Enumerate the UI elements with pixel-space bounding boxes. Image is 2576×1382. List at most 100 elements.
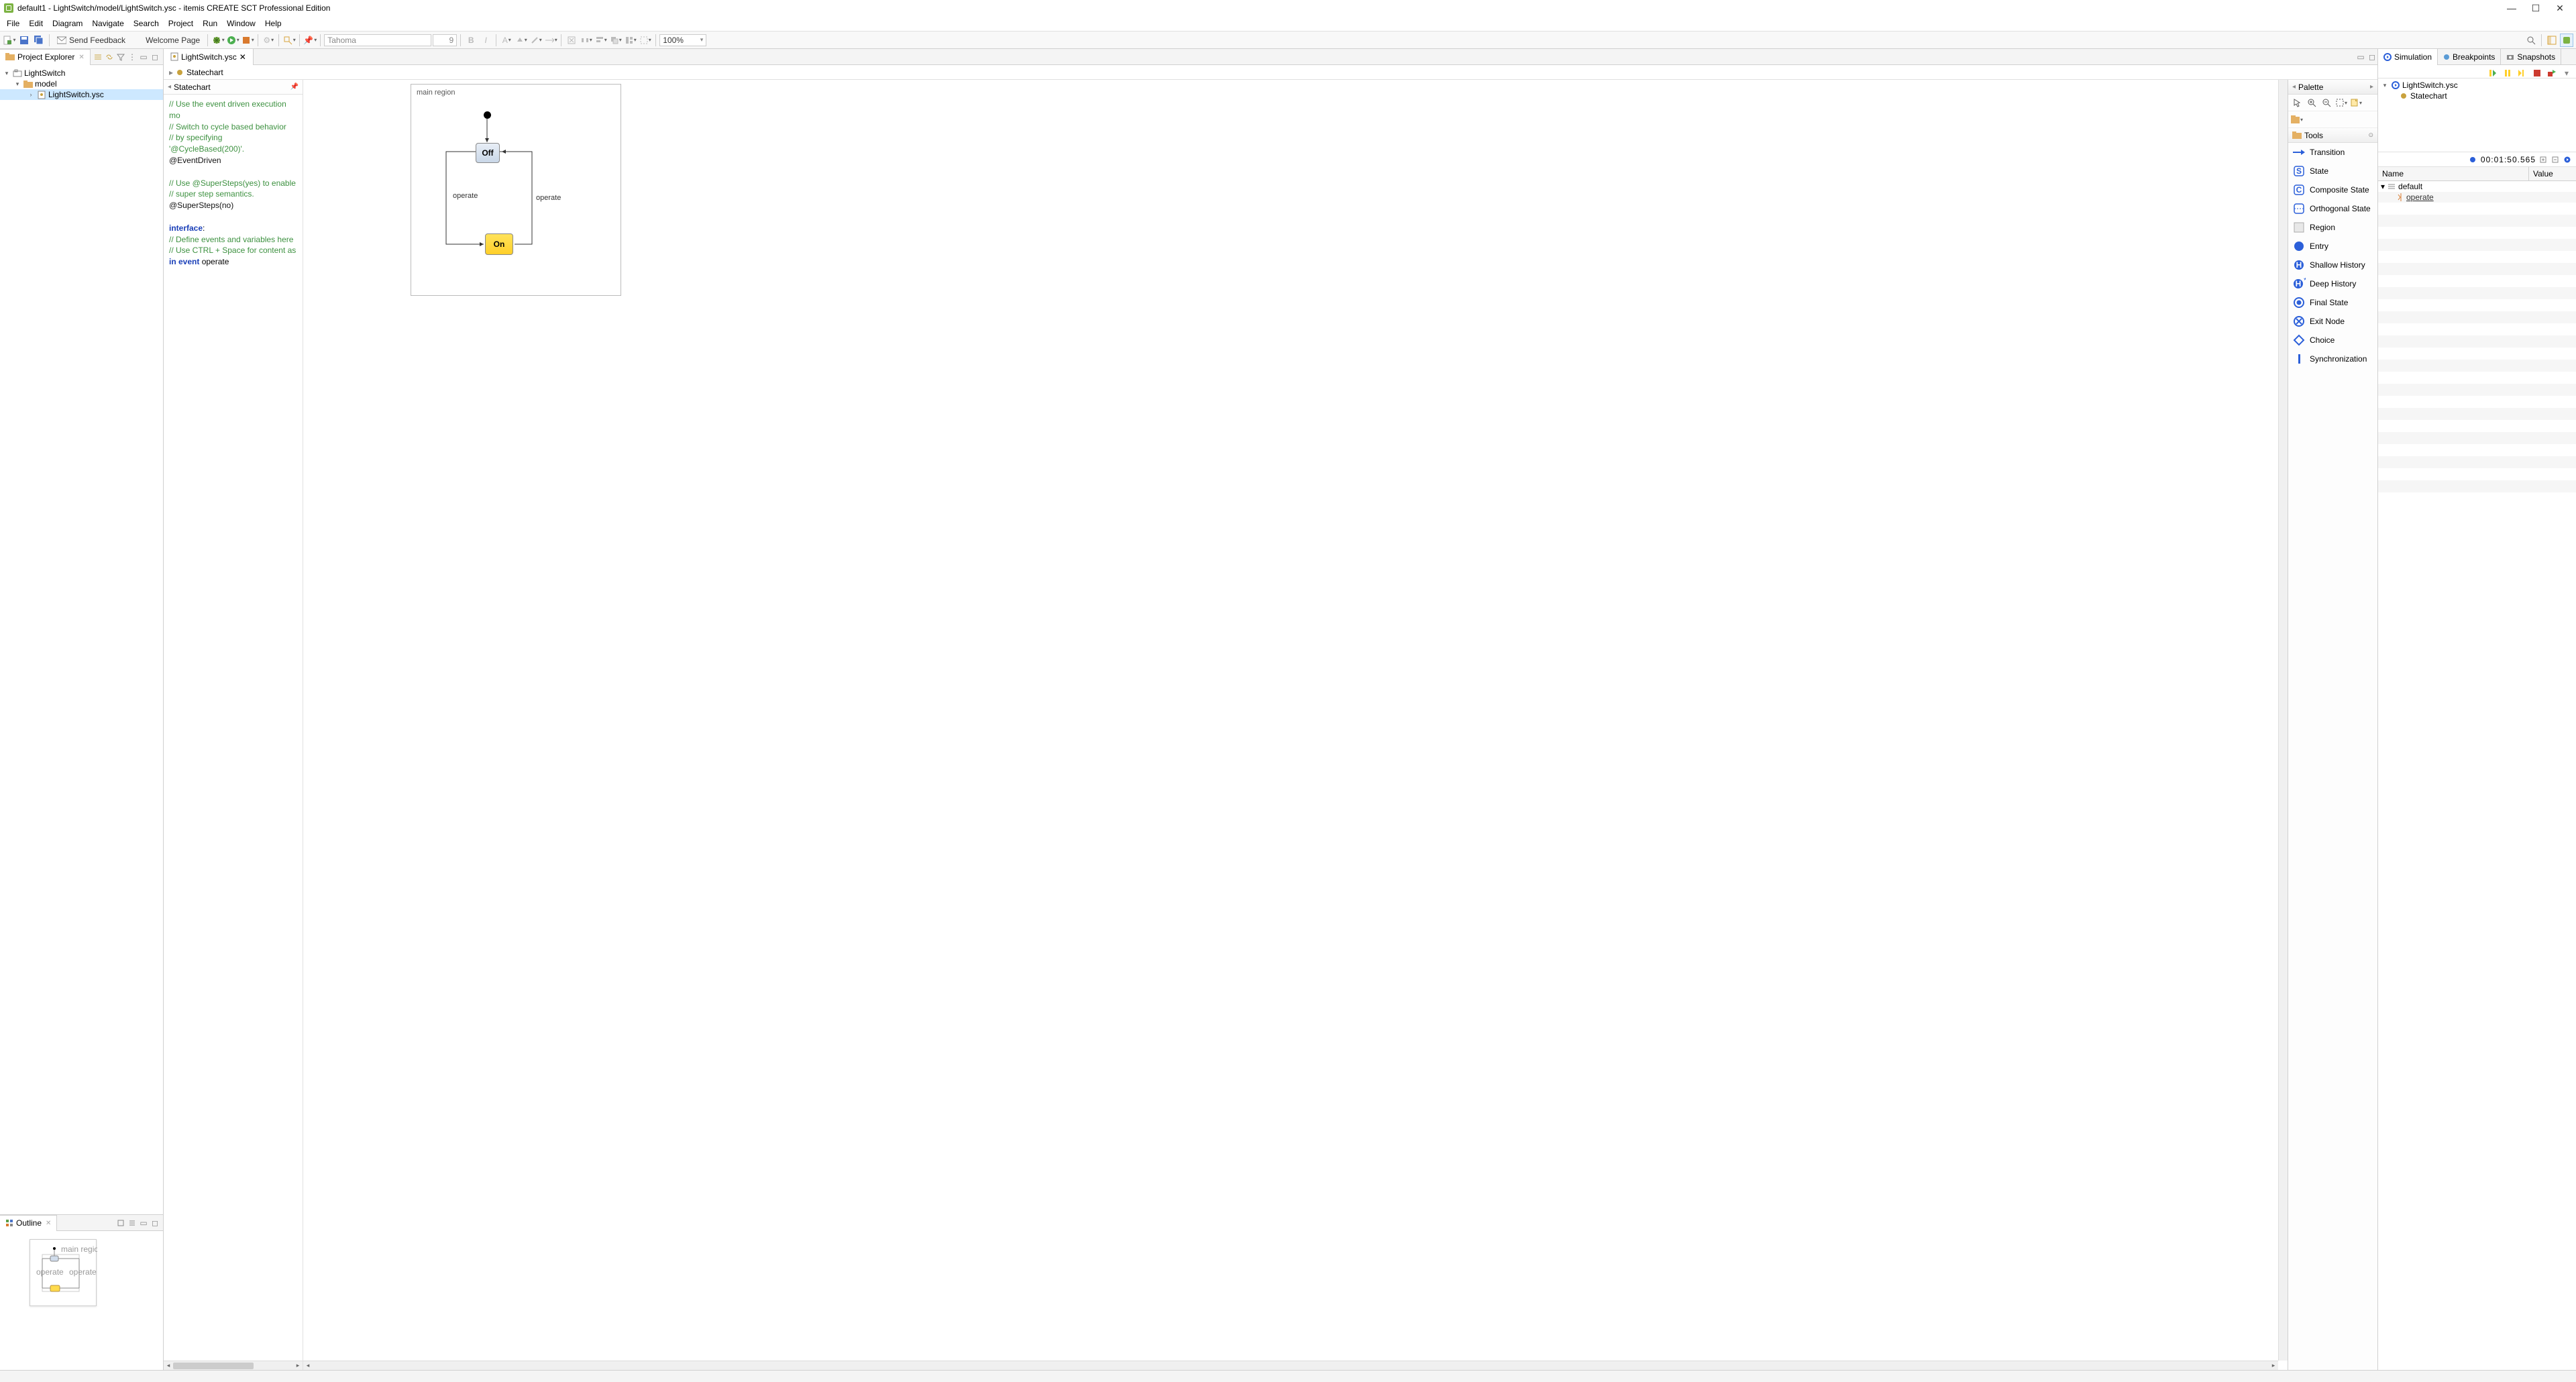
send-feedback-button[interactable]: Send Feedback xyxy=(53,36,129,45)
editor-tab[interactable]: LightSwitch.ysc ✕ xyxy=(164,49,254,65)
breadcrumb-label[interactable]: Statechart xyxy=(186,68,223,77)
simulation-tab[interactable]: Simulation xyxy=(2378,49,2438,65)
select-tool-icon[interactable] xyxy=(2291,97,2303,109)
menu-edit[interactable]: Edit xyxy=(25,17,47,30)
close-button[interactable]: ✕ xyxy=(2556,4,2564,12)
font-color-button[interactable]: A▾ xyxy=(500,34,513,47)
outline-tab[interactable]: Outline ✕ xyxy=(0,1215,57,1231)
breakpoints-tab[interactable]: Breakpoints xyxy=(2438,49,2501,65)
def-hscroll[interactable]: ◂▸ xyxy=(164,1361,303,1370)
collapse-all-button[interactable] xyxy=(93,52,103,62)
zoom-selector[interactable]: 100%▾ xyxy=(659,34,706,46)
palette-region[interactable]: Region xyxy=(2288,218,2377,237)
perspective-open-button[interactable] xyxy=(2545,34,2559,47)
outline-mode1-button[interactable] xyxy=(115,1218,126,1228)
project-explorer-tab[interactable]: Project Explorer ✕ xyxy=(0,49,91,65)
minimize-button[interactable]: — xyxy=(2508,4,2516,12)
autosize-button[interactable] xyxy=(565,34,578,47)
maximize-editor-button[interactable]: ◻ xyxy=(2367,52,2377,62)
project-tree[interactable]: ▾ LightSwitch ▾ model › LightSwitch.ysc xyxy=(0,65,163,1214)
maximize-button[interactable]: ☐ xyxy=(2532,4,2540,12)
expand-all-button[interactable] xyxy=(2538,155,2548,164)
simulation-tree[interactable]: ▾ LightSwitch.ysc Statechart xyxy=(2378,78,2576,152)
sim-resume-button[interactable] xyxy=(2486,66,2500,80)
tree-folder-row[interactable]: ▾ model xyxy=(0,78,163,89)
zoom-in-icon[interactable] xyxy=(2306,97,2318,109)
palette-tools-label[interactable]: Tools xyxy=(2304,131,2368,140)
minimize-view-button[interactable]: ▭ xyxy=(138,1218,149,1228)
fill-color-button[interactable]: ▾ xyxy=(515,34,528,47)
minimize-editor-button[interactable]: ▭ xyxy=(2355,52,2366,62)
collapse-all-button[interactable] xyxy=(2551,155,2560,164)
sim-step-button[interactable] xyxy=(2516,66,2529,80)
tab-close-icon[interactable]: ✕ xyxy=(46,1220,51,1227)
sim-row-operate[interactable]: operate xyxy=(2378,192,2576,203)
font-selector[interactable]: Tahoma xyxy=(324,34,431,46)
palette-exit-node[interactable]: Exit Node xyxy=(2288,312,2377,331)
palette-choice[interactable]: Choice xyxy=(2288,331,2377,350)
save-button[interactable] xyxy=(17,34,31,47)
bold-button[interactable]: B xyxy=(464,34,478,47)
col-name-header[interactable]: Name xyxy=(2378,167,2529,180)
transition-label-right[interactable]: operate xyxy=(536,194,561,202)
menu-search[interactable]: Search xyxy=(129,17,163,30)
palette-composite-state[interactable]: CComposite State xyxy=(2288,180,2377,199)
italic-button[interactable]: I xyxy=(479,34,492,47)
sim-restart-button[interactable] xyxy=(2545,66,2559,80)
line-style-button[interactable]: ▾ xyxy=(544,34,557,47)
diagram-canvas[interactable]: main region Off On operate operate xyxy=(303,80,2288,1370)
main-region[interactable]: main region Off On operate operate xyxy=(411,84,621,296)
transition-label-left[interactable]: operate xyxy=(453,192,478,200)
marquee-icon[interactable]: ▾ xyxy=(2335,97,2347,109)
tree-project-row[interactable]: ▾ LightSwitch xyxy=(0,68,163,78)
sim-terminate-button[interactable] xyxy=(2530,66,2544,80)
layout-button[interactable]: ▾ xyxy=(624,34,637,47)
folder-tool-icon[interactable]: ▾ xyxy=(2291,113,2303,125)
palette-orthogonal-state[interactable]: Orthogonal State xyxy=(2288,199,2377,218)
distribute-button[interactable]: ▾ xyxy=(580,34,593,47)
line-color-button[interactable]: ▾ xyxy=(529,34,543,47)
menu-run[interactable]: Run xyxy=(199,17,221,30)
tree-file-row[interactable]: › LightSwitch.ysc xyxy=(0,89,163,100)
menu-file[interactable]: File xyxy=(3,17,23,30)
zoom-out-icon[interactable] xyxy=(2320,97,2332,109)
outline-preview[interactable]: main region operate operate xyxy=(0,1231,163,1370)
simulation-grid-body[interactable]: ▾default operate xyxy=(2378,181,2576,1370)
select-button[interactable]: ▾ xyxy=(639,34,652,47)
palette-entry[interactable]: Entry xyxy=(2288,237,2377,256)
run-button[interactable]: ▾ xyxy=(226,34,239,47)
welcome-page-button[interactable]: Welcome Page xyxy=(131,36,204,45)
palette-collapse-icon[interactable]: ▸ xyxy=(2370,83,2373,91)
sim-run-button[interactable] xyxy=(2563,155,2572,164)
tab-close-icon[interactable]: ✕ xyxy=(78,54,84,61)
generate-button[interactable]: ⚙▾ xyxy=(262,34,275,47)
menu-diagram[interactable]: Diagram xyxy=(48,17,87,30)
align-button[interactable]: ▾ xyxy=(594,34,608,47)
menu-navigate[interactable]: Navigate xyxy=(88,17,127,30)
palette-final-state[interactable]: Final State xyxy=(2288,293,2377,312)
pin-button[interactable]: 📌▾ xyxy=(303,34,317,47)
sim-tree-child-row[interactable]: Statechart xyxy=(2378,91,2576,101)
palette-shallow-history[interactable]: HShallow History xyxy=(2288,256,2377,274)
palette-synchronization[interactable]: Synchronization xyxy=(2288,350,2377,368)
order-button[interactable]: ▾ xyxy=(609,34,623,47)
font-size-selector[interactable]: 9 xyxy=(433,34,457,46)
state-on[interactable]: On xyxy=(485,233,513,255)
col-value-header[interactable]: Value xyxy=(2529,167,2576,180)
menu-help[interactable]: Help xyxy=(261,17,286,30)
canvas-vscroll[interactable] xyxy=(2278,80,2288,1361)
sim-menu-button[interactable]: ▾ xyxy=(2560,66,2573,80)
snapshots-tab[interactable]: Snapshots xyxy=(2501,49,2561,65)
link-editor-button[interactable] xyxy=(104,52,115,62)
sim-tree-root-row[interactable]: ▾ LightSwitch.ysc xyxy=(2378,80,2576,91)
perspective-modeling-button[interactable] xyxy=(2560,34,2573,47)
canvas-hscroll[interactable]: ◂▸ xyxy=(303,1361,2278,1370)
maximize-view-button[interactable]: ◻ xyxy=(150,1218,160,1228)
palette-transition[interactable]: Transition xyxy=(2288,143,2377,162)
pin-icon[interactable]: ⊙ xyxy=(2368,131,2373,139)
save-all-button[interactable] xyxy=(32,34,46,47)
state-off[interactable]: Off xyxy=(476,143,500,163)
palette-deep-history[interactable]: H*Deep History xyxy=(2288,274,2377,293)
sim-pause-button[interactable] xyxy=(2501,66,2514,80)
maximize-view-button[interactable]: ◻ xyxy=(150,52,160,62)
